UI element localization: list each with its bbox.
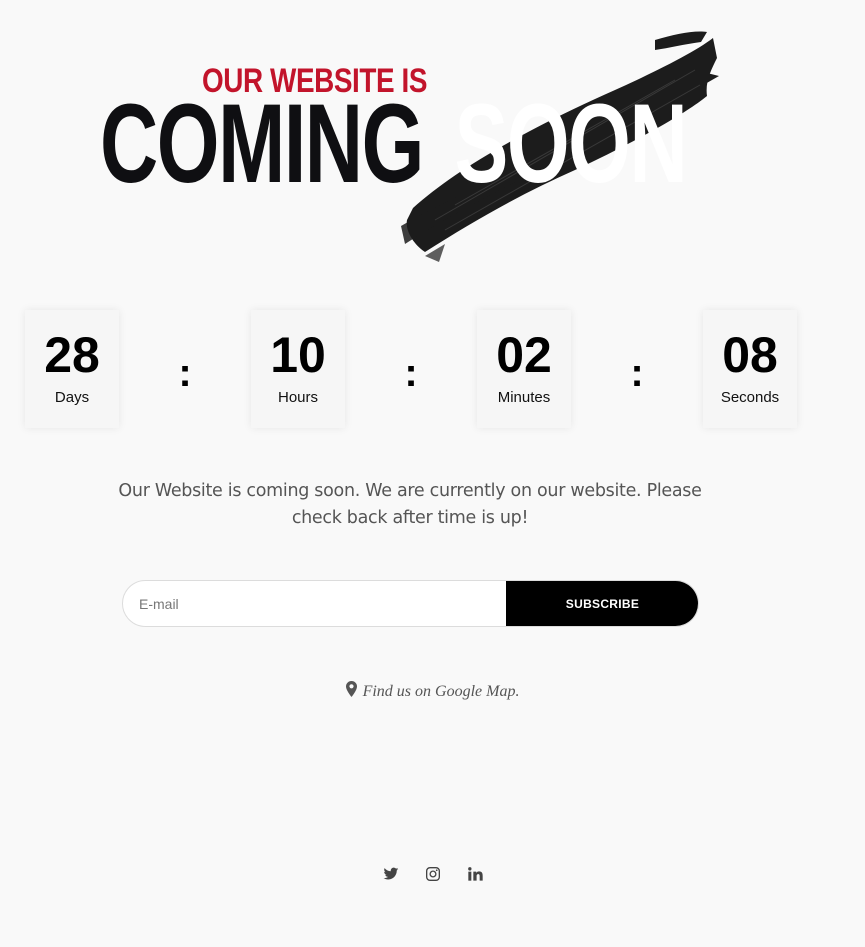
countdown-label: Minutes: [497, 389, 551, 406]
countdown-value: 02: [496, 327, 552, 383]
map-link-row: Find us on Google Map.: [0, 681, 865, 703]
countdown-minutes: 02 Minutes: [477, 310, 571, 428]
countdown-value: 10: [270, 327, 326, 383]
subscribe-button[interactable]: SUBSCRIBE: [506, 581, 698, 626]
countdown-value: 28: [44, 327, 100, 383]
countdown-days: 28 Days: [25, 310, 119, 428]
hero-word-soon: SOON: [454, 81, 688, 206]
email-input[interactable]: [123, 581, 508, 626]
hero-main-title: COMING SOON: [100, 88, 688, 200]
countdown-label: Days: [54, 389, 90, 406]
instagram-icon[interactable]: [424, 866, 442, 884]
twitter-icon[interactable]: [382, 866, 400, 884]
google-map-link[interactable]: Find us on Google Map.: [363, 683, 520, 700]
hero-word-coming: COMING: [100, 81, 424, 206]
countdown-value: 08: [722, 327, 778, 383]
linkedin-icon[interactable]: [466, 866, 484, 884]
subscribe-form: SUBSCRIBE: [122, 580, 699, 627]
coming-soon-message: Our Website is coming soon. We are curre…: [118, 481, 702, 528]
countdown-seconds: 08 Seconds: [703, 310, 797, 428]
countdown-hours: 10 Hours: [251, 310, 345, 428]
map-marker-icon: [345, 681, 357, 703]
countdown-label: Hours: [277, 389, 318, 406]
social-links: [0, 866, 865, 884]
countdown-separator: :: [630, 351, 644, 395]
countdown-separator: :: [178, 351, 192, 395]
hero-heading: OUR WEBSITE IS COMING SOON: [95, 30, 725, 270]
countdown-label: Seconds: [720, 389, 780, 406]
countdown-separator: :: [404, 351, 418, 395]
